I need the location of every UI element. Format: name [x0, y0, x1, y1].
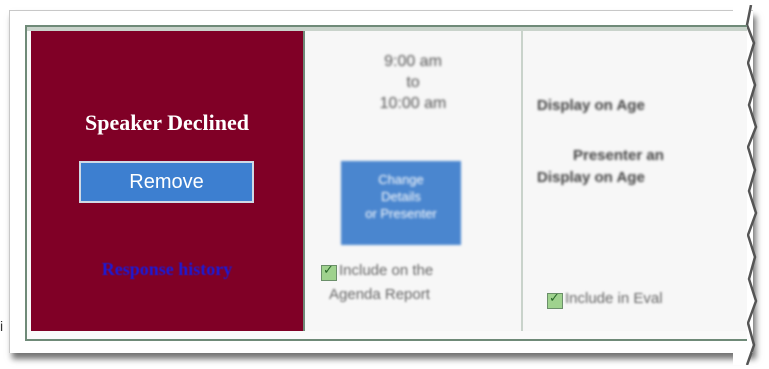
time-end: 10:00 am	[379, 95, 447, 112]
include-eval-label: Include in Eval	[565, 290, 663, 307]
stray-glyph: i	[0, 318, 4, 334]
session-table: Speaker Declined Remove Response history…	[25, 25, 747, 341]
response-history-link[interactable]: Response history	[31, 259, 303, 280]
display-cell: Display on Age Presenter an Display on A…	[523, 31, 747, 331]
time-start: 9:00 am	[384, 53, 442, 70]
include-agenda-label: Include on the Agenda Report	[329, 259, 519, 307]
time-cell: 9:00 am to 10:00 am Change Details or Pr…	[305, 31, 523, 331]
change-line-2: Details	[381, 189, 421, 204]
time-range: 9:00 am to 10:00 am	[305, 51, 521, 114]
remove-button[interactable]: Remove	[79, 161, 254, 203]
display-on-agenda-1: Display on Age	[537, 97, 645, 114]
include-agenda-line-2: Agenda Report	[329, 286, 430, 303]
change-details-button[interactable]: Change Details or Presenter	[341, 161, 461, 245]
include-agenda-checkbox[interactable]	[321, 262, 337, 281]
display-on-agenda-2: Display on Age	[537, 169, 645, 186]
include-eval-checkbox[interactable]	[547, 290, 563, 309]
change-line-1: Change	[378, 172, 424, 187]
status-cell: Speaker Declined Remove Response history	[31, 31, 305, 331]
presenter-label: Presenter an	[573, 147, 664, 164]
status-title: Speaker Declined	[85, 110, 249, 135]
time-to: to	[406, 74, 420, 91]
change-line-3: or Presenter	[365, 206, 437, 221]
include-agenda-line-1: Include on the	[339, 262, 434, 279]
